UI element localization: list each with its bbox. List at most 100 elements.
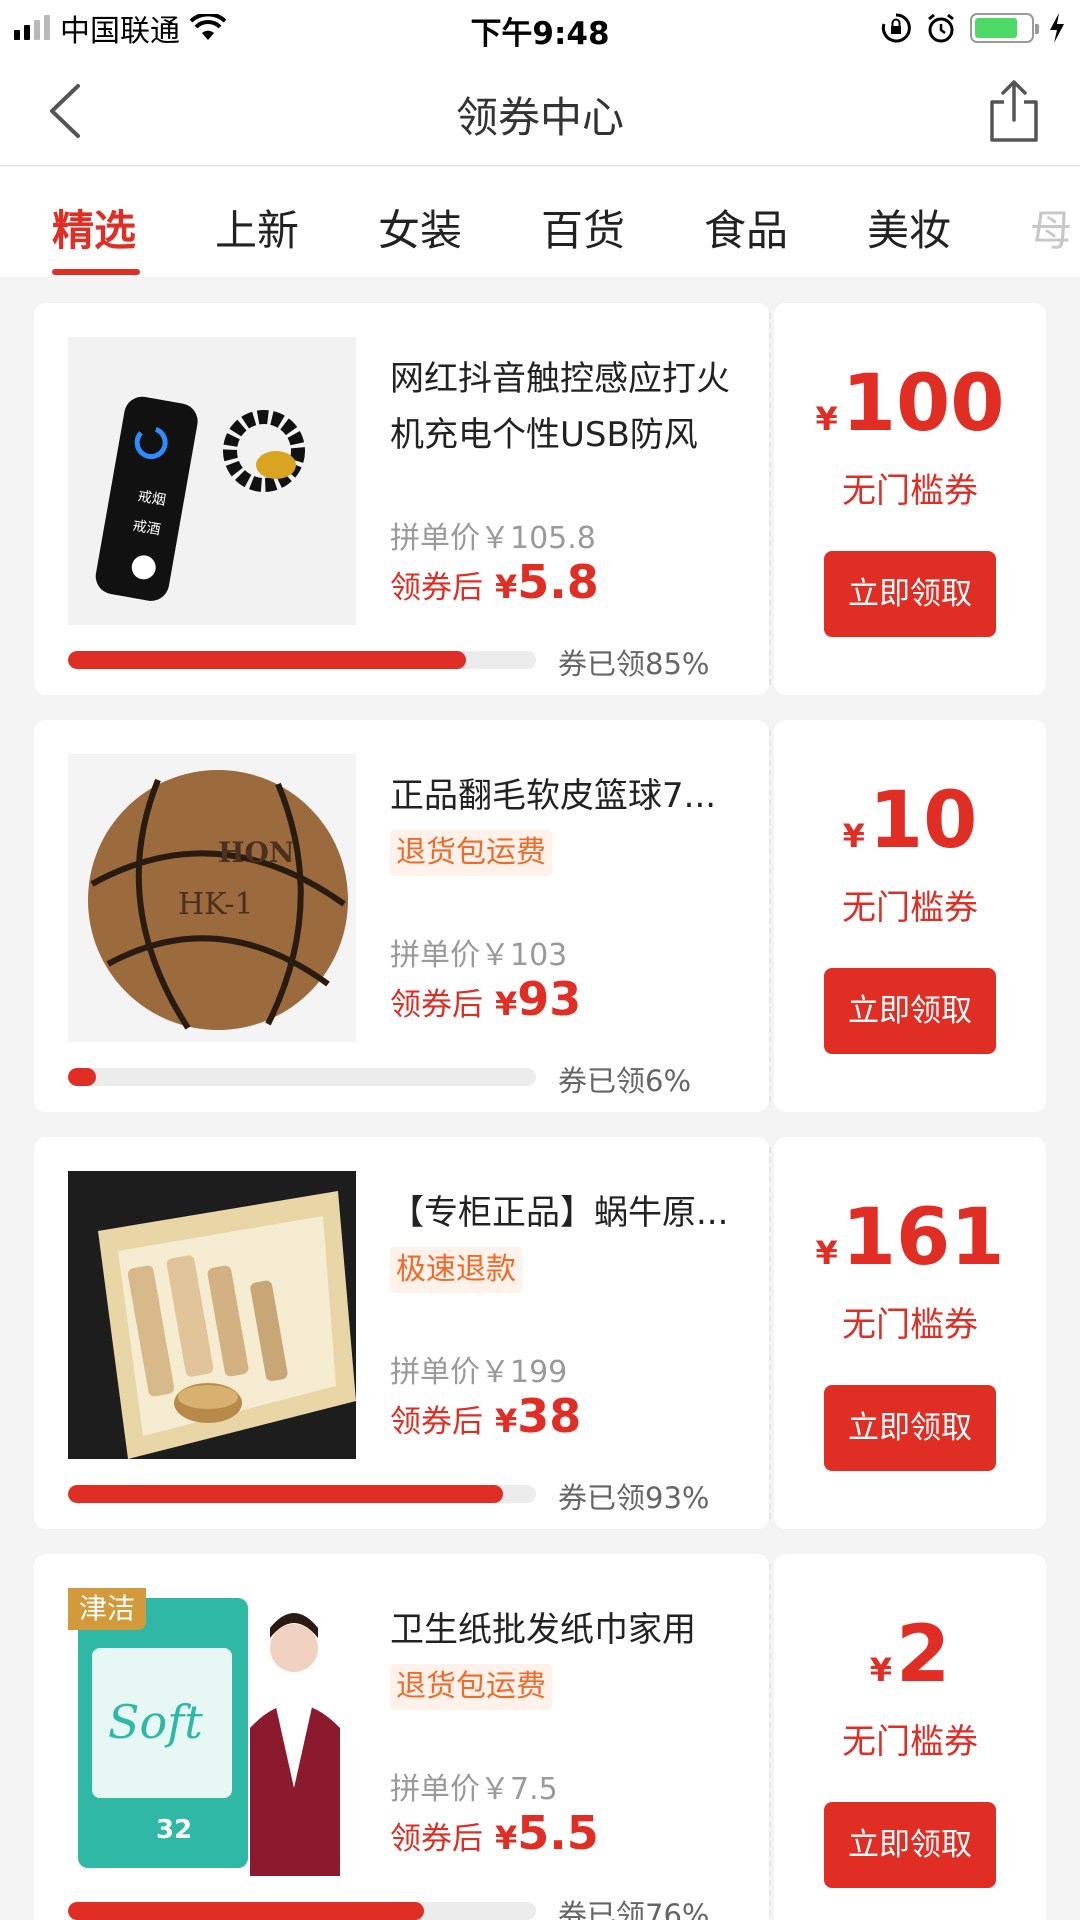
coupon-type: 无门槛券 xyxy=(842,1305,978,1345)
coupon-currency: ¥ xyxy=(842,817,865,855)
claimed-progress-fill xyxy=(68,1902,424,1920)
coupon-card: HON HK-1 正品翻毛软皮篮球7... 退货包运费 拼单价￥103 领券后 … xyxy=(34,720,1046,1112)
price-after-coupon: 领券后 ¥ 5.8 xyxy=(390,555,599,609)
original-price: 拼单价￥103 xyxy=(390,938,568,973)
coupon-amount: ¥ 10 xyxy=(774,776,1046,866)
dashed-divider xyxy=(769,730,771,1102)
price-after-value: 38 xyxy=(517,1389,582,1443)
coupon-value: 161 xyxy=(841,1193,1005,1283)
claim-coupon-button[interactable]: 立即领取 xyxy=(824,968,996,1054)
basketball-image: HON HK-1 xyxy=(68,754,356,1042)
dashed-divider xyxy=(769,1564,771,1920)
original-price: 拼单价￥7.5 xyxy=(390,1772,558,1807)
claim-coupon-button[interactable]: 立即领取 xyxy=(824,1802,996,1888)
coupon-currency: ¥ xyxy=(815,1234,838,1272)
claimed-progress-fill xyxy=(68,1485,504,1503)
tab-new[interactable]: 上新 xyxy=(215,197,299,258)
coupon-section: ¥ 2 无门槛券 立即领取 xyxy=(774,1554,1046,1920)
cosmetics-gift-box-image xyxy=(68,1171,356,1459)
product-title: 正品翻毛软皮篮球7... xyxy=(390,776,717,816)
price-after-label: 领券后 xyxy=(390,570,483,606)
product-image[interactable]: 戒烟 戒酒 xyxy=(68,337,356,625)
alarm-icon xyxy=(928,13,954,43)
tab-beauty[interactable]: 美妆 xyxy=(867,197,951,258)
price-after-coupon: 领券后 ¥ 5.5 xyxy=(390,1806,599,1860)
product-title: 【专柜正品】蜗牛原... xyxy=(390,1193,729,1233)
claim-coupon-button[interactable]: 立即领取 xyxy=(824,1385,996,1471)
claimed-progress-bar xyxy=(68,651,536,669)
share-icon[interactable] xyxy=(986,76,1042,146)
status-right xyxy=(880,10,1066,46)
currency-symbol: ¥ xyxy=(495,1402,518,1440)
claimed-progress-bar xyxy=(68,1485,536,1503)
dashed-divider xyxy=(769,313,771,685)
currency-symbol: ¥ xyxy=(495,1819,518,1857)
fast-refund-badge: 极速退款 xyxy=(390,1247,522,1293)
product-image[interactable] xyxy=(68,1171,356,1459)
claim-coupon-button[interactable]: 立即领取 xyxy=(824,551,996,637)
return-shipping-badge: 退货包运费 xyxy=(390,830,552,876)
tab-food[interactable]: 食品 xyxy=(704,197,788,258)
price-after-value: 93 xyxy=(517,972,582,1026)
claimed-percentage: 券已领93% xyxy=(558,1481,710,1515)
coupon-currency: ¥ xyxy=(815,400,838,438)
claimed-progress-bar xyxy=(68,1068,536,1086)
product-section[interactable]: HON HK-1 正品翻毛软皮篮球7... 退货包运费 拼单价￥103 领券后 … xyxy=(34,720,769,1112)
coupon-currency: ¥ xyxy=(869,1651,892,1689)
product-title: 网红抖音触控感应打火机充电个性USB防风 xyxy=(390,359,730,455)
charging-bolt-icon xyxy=(1050,13,1064,43)
coupon-card: Soft 32 津洁 卫生纸批发纸巾家用 退货包运费 拼单价￥7.5 领券后 ¥… xyxy=(34,1554,1046,1920)
category-tabs: 精选 上新 女装 百货 食品 美妆 母 xyxy=(0,167,1080,277)
price-after-coupon: 领券后 ¥ 38 xyxy=(390,1389,581,1443)
tab-general-goods[interactable]: 百货 xyxy=(541,197,625,258)
tab-active-indicator xyxy=(52,269,140,275)
coupon-card: 【专柜正品】蜗牛原... 极速退款 拼单价￥199 领券后 ¥ 38 券已领93… xyxy=(34,1137,1046,1529)
brand-tag: 津洁 xyxy=(68,1588,146,1630)
price-after-value: 5.8 xyxy=(517,555,599,609)
currency-symbol: ¥ xyxy=(495,568,518,606)
claimed-progress-bar xyxy=(68,1902,536,1920)
svg-text:HK-1: HK-1 xyxy=(178,887,254,922)
product-section[interactable]: Soft 32 津洁 卫生纸批发纸巾家用 退货包运费 拼单价￥7.5 领券后 ¥… xyxy=(34,1554,769,1920)
coupon-list: 戒烟 戒酒 网红抖音触控感应打火机充电个性USB防风 拼单价￥105.8 领券后… xyxy=(0,277,1080,1920)
coupon-amount: ¥ 2 xyxy=(774,1610,1046,1700)
tab-mother-baby[interactable]: 母 xyxy=(1030,197,1072,258)
coupon-section: ¥ 161 无门槛券 立即领取 xyxy=(774,1137,1046,1529)
coupon-section: ¥ 10 无门槛券 立即领取 xyxy=(774,720,1046,1112)
tab-featured[interactable]: 精选 xyxy=(52,197,136,258)
claimed-percentage: 券已领6% xyxy=(558,1064,692,1098)
price-after-label: 领券后 xyxy=(390,1404,483,1440)
coupon-amount: ¥ 161 xyxy=(774,1193,1046,1283)
claimed-progress-fill xyxy=(68,1068,97,1086)
product-image[interactable]: HON HK-1 xyxy=(68,754,356,1042)
price-after-coupon: 领券后 ¥ 93 xyxy=(390,972,581,1026)
page-title: 领券中心 xyxy=(455,93,624,142)
coupon-type: 无门槛券 xyxy=(842,1722,978,1762)
product-section[interactable]: 戒烟 戒酒 网红抖音触控感应打火机充电个性USB防风 拼单价￥105.8 领券后… xyxy=(34,303,769,695)
product-image[interactable]: Soft 32 津洁 xyxy=(68,1588,356,1876)
coupon-type: 无门槛券 xyxy=(842,888,978,928)
coupon-value: 10 xyxy=(868,776,978,866)
coupon-value: 2 xyxy=(895,1610,951,1700)
rotation-lock-icon xyxy=(881,13,911,43)
original-price: 拼单价￥199 xyxy=(390,1355,568,1390)
coupon-value: 100 xyxy=(841,359,1005,449)
return-shipping-badge: 退货包运费 xyxy=(390,1664,552,1710)
claimed-percentage: 券已领85% xyxy=(558,647,710,681)
price-after-label: 领券后 xyxy=(390,1821,483,1857)
currency-symbol: ¥ xyxy=(495,985,518,1023)
product-title: 卫生纸批发纸巾家用 xyxy=(390,1610,696,1650)
original-price: 拼单价￥105.8 xyxy=(390,521,596,556)
coupon-type: 无门槛券 xyxy=(842,471,978,511)
claimed-percentage: 券已领76% xyxy=(558,1898,710,1920)
coupon-section: ¥ 100 无门槛券 立即领取 xyxy=(774,303,1046,695)
price-after-value: 5.5 xyxy=(517,1806,599,1860)
dashed-divider xyxy=(769,1147,771,1519)
tab-womens-clothing[interactable]: 女装 xyxy=(378,197,462,258)
claimed-progress-fill xyxy=(68,651,466,669)
svg-text:Soft: Soft xyxy=(108,1695,203,1749)
svg-text:HON: HON xyxy=(218,836,294,869)
product-section[interactable]: 【专柜正品】蜗牛原... 极速退款 拼单价￥199 领券后 ¥ 38 券已领93… xyxy=(34,1137,769,1529)
lighter-bracelet-image: 戒烟 戒酒 xyxy=(68,337,356,625)
status-bar: 中国联通 下午9:48 xyxy=(0,0,1080,56)
